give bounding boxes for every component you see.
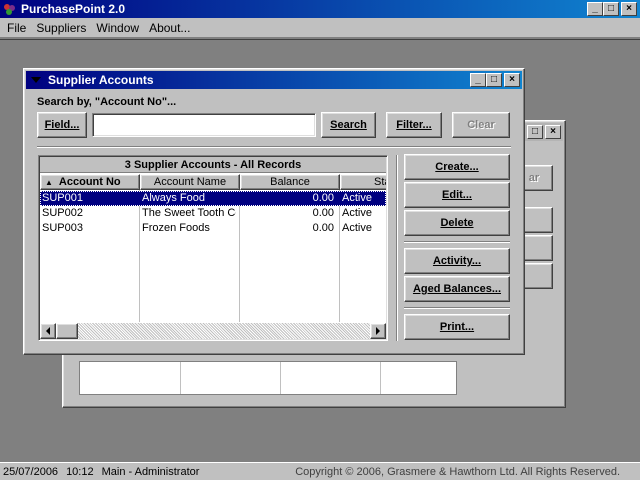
cell-balance: 0.00 (312, 192, 334, 204)
search-button[interactable]: Search (321, 112, 376, 138)
scroll-left-button[interactable] (40, 323, 56, 339)
cell-account-no: SUP002 (42, 207, 83, 219)
aged-balances-button[interactable]: Aged Balances... (404, 276, 510, 302)
table-row[interactable]: SUP002 The Sweet Tooth Co 0.00 Active (40, 206, 386, 221)
search-input[interactable] (92, 113, 316, 137)
print-button[interactable]: Print... (404, 314, 510, 340)
cell-status: Active (342, 207, 372, 219)
arrow-left-icon (46, 327, 50, 335)
close-button[interactable]: × (621, 2, 637, 16)
column-header-status[interactable]: Status (340, 174, 386, 190)
minimize-button[interactable]: _ (587, 2, 603, 16)
create-button[interactable]: Create... (404, 154, 510, 180)
activity-button[interactable]: Activity... (404, 248, 510, 274)
grid-header: ▲Account No Account Name Balance Status (40, 174, 386, 190)
window-menu-icon[interactable] (30, 74, 42, 86)
menu-file[interactable]: File (2, 21, 31, 35)
menu-suppliers[interactable]: Suppliers (31, 21, 91, 35)
app-titlebar[interactable]: PurchasePoint 2.0 _ □ × (0, 0, 640, 18)
cell-status: Active (342, 222, 372, 234)
status-time: 10:12 (66, 465, 94, 478)
grid-caption: 3 Supplier Accounts - All Records (40, 157, 386, 173)
bg-maximize-button[interactable]: □ (527, 125, 543, 139)
dialog-minimize-button[interactable]: _ (470, 73, 486, 87)
cell-account-no: SUP003 (42, 222, 83, 234)
column-header-balance[interactable]: Balance (240, 174, 340, 190)
scroll-thumb[interactable] (56, 323, 78, 339)
cell-account-no: SUP001 (42, 192, 83, 204)
vertical-separator (396, 155, 398, 341)
edit-button[interactable]: Edit... (404, 182, 510, 208)
menu-bar: File Suppliers Window About... (0, 18, 640, 38)
maximize-button[interactable]: □ (603, 2, 619, 16)
status-copyright: Copyright © 2006, Grasmere & Hawthorn Lt… (295, 465, 620, 478)
cell-balance: 0.00 (312, 222, 334, 234)
cell-status: Active (342, 192, 372, 204)
status-user: Main - Administrator (101, 465, 200, 478)
horizontal-scrollbar[interactable] (40, 323, 386, 339)
scroll-right-button[interactable] (370, 323, 386, 339)
column-header-account-no[interactable]: ▲ Account No (40, 174, 140, 190)
dialog-maximize-button[interactable]: □ (486, 73, 502, 87)
button-separator-1 (404, 241, 510, 243)
dialog-title: Supplier Accounts (48, 73, 154, 87)
bg-close-button[interactable]: × (545, 125, 561, 139)
dialog-titlebar[interactable]: Supplier Accounts _ □ × (26, 71, 522, 89)
table-row[interactable]: SUP001 Always Food 0.00 Active (40, 191, 386, 206)
supplier-accounts-window[interactable]: Supplier Accounts _ □ × Search by, "Acco… (23, 68, 525, 355)
filter-button[interactable]: Filter... (386, 112, 442, 138)
cell-balance: 0.00 (312, 207, 334, 219)
app-logo-icon (4, 4, 15, 15)
button-separator-2 (404, 307, 510, 309)
search-by-label: Search by, "Account No"... (37, 96, 177, 108)
cell-account-name: Frozen Foods (142, 222, 210, 234)
separator (37, 146, 511, 148)
menu-about[interactable]: About... (144, 21, 195, 35)
column-header-account-name[interactable]: Account Name (140, 174, 240, 190)
delete-button[interactable]: Delete (404, 210, 510, 236)
supplier-grid[interactable]: 3 Supplier Accounts - All Records ▲ Accou… (38, 155, 388, 341)
status-date: 25/07/2006 (3, 465, 59, 478)
arrow-right-icon (376, 327, 380, 335)
app-title: PurchasePoint 2.0 (21, 2, 126, 16)
status-bar: 25/07/2006 10:12 Main - Administrator Co… (0, 462, 640, 480)
cell-account-name: Always Food (142, 192, 205, 204)
grid-rows: SUP001 Always Food 0.00 Active SUP002 Th… (40, 191, 386, 321)
dialog-close-button[interactable]: × (504, 73, 520, 87)
field-button[interactable]: Field... (37, 112, 87, 138)
bg-grid (79, 361, 457, 395)
table-row[interactable]: SUP003 Frozen Foods 0.00 Active (40, 221, 386, 236)
cell-account-name: The Sweet Tooth Co (142, 207, 236, 219)
menu-window[interactable]: Window (91, 21, 144, 35)
clear-button[interactable]: Clear (452, 112, 510, 138)
sort-ascending-icon: ▲ (45, 178, 53, 187)
